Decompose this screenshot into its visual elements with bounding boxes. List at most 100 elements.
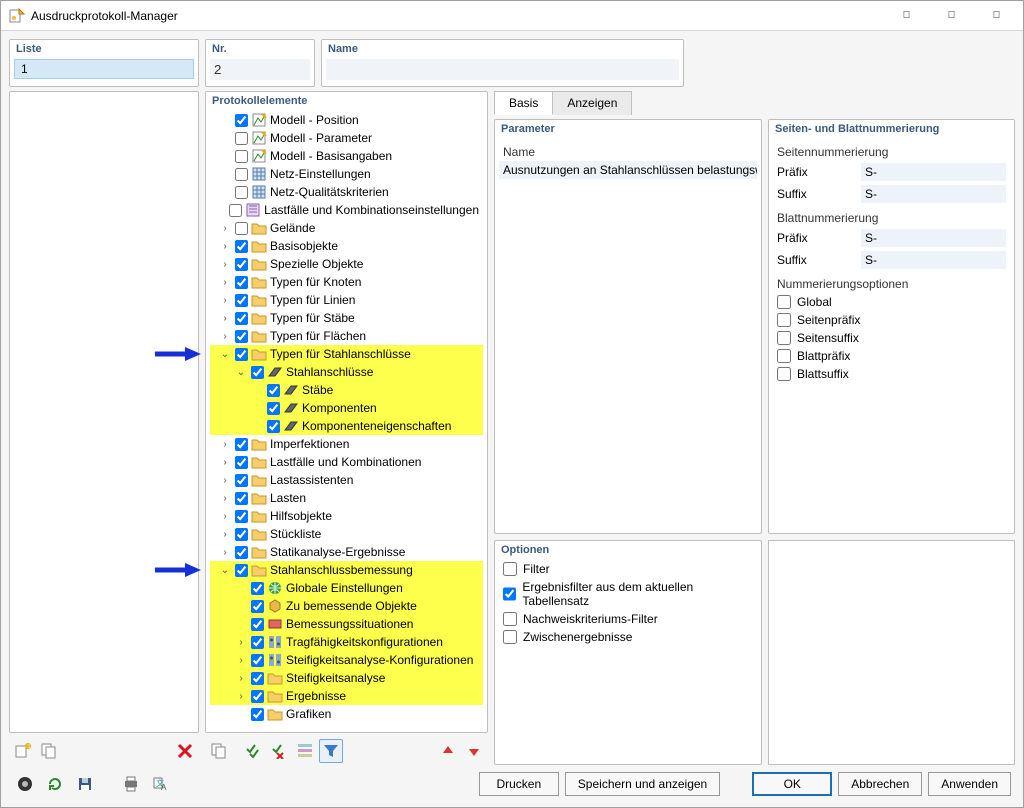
tree-opts-icon[interactable] [293, 739, 317, 763]
twist-icon[interactable]: › [218, 491, 232, 505]
twist-icon[interactable]: › [218, 257, 232, 271]
tree-checkbox[interactable] [235, 528, 248, 541]
tree-row[interactable]: Zu bemessende Objekte [210, 597, 483, 615]
nr-field[interactable] [210, 59, 310, 80]
tree-row[interactable]: Grafiken [210, 705, 483, 723]
option-checkbox[interactable] [503, 587, 516, 601]
twist-icon[interactable]: › [218, 311, 232, 325]
numopt-checkbox[interactable] [777, 295, 791, 309]
maximize-button[interactable]:  [929, 2, 974, 30]
tree-checkbox[interactable] [235, 276, 248, 289]
tree-row[interactable]: Netz-Einstellungen [210, 165, 483, 183]
twist-icon[interactable]: › [218, 275, 232, 289]
tree-row[interactable]: Bemessungssituationen [210, 615, 483, 633]
tree-row[interactable]: ⌄Stahlanschlussbemessung [210, 561, 483, 579]
tree-checkbox[interactable] [251, 582, 264, 595]
twist-icon[interactable]: › [218, 509, 232, 523]
tree-checkbox[interactable] [251, 654, 264, 667]
delete-list-icon[interactable] [173, 739, 197, 763]
twist-icon[interactable]: ⌄ [218, 347, 232, 361]
twist-icon[interactable]: › [218, 221, 232, 235]
uncheckall-icon[interactable] [267, 739, 291, 763]
tree-checkbox[interactable] [235, 186, 248, 199]
twist-icon[interactable]: › [234, 653, 248, 667]
tree-row[interactable]: ›Basisobjekte [210, 237, 483, 255]
tree-checkbox[interactable] [235, 258, 248, 271]
tree-checkbox[interactable] [235, 312, 248, 325]
tree-checkbox[interactable] [235, 492, 248, 505]
tree-row[interactable]: ›Ergebnisse [210, 687, 483, 705]
tree-checkbox[interactable] [235, 168, 248, 181]
tree-checkbox[interactable] [235, 330, 248, 343]
twist-icon[interactable] [250, 383, 264, 397]
tree-checkbox[interactable] [251, 366, 264, 379]
twist-icon[interactable]: › [218, 455, 232, 469]
tree-checkbox[interactable] [267, 402, 280, 415]
twist-icon[interactable]: ⌄ [218, 563, 232, 577]
tree-checkbox[interactable] [251, 708, 264, 721]
twist-icon[interactable]: › [218, 329, 232, 343]
twist-icon[interactable]: › [234, 671, 248, 685]
twist-icon[interactable] [218, 131, 232, 145]
print-button[interactable]: Drucken [479, 772, 559, 796]
apply-button[interactable]: Anwenden [928, 772, 1011, 796]
cancel-button[interactable]: Abbrechen [838, 772, 922, 796]
twist-icon[interactable]: › [218, 527, 232, 541]
tree-checkbox[interactable] [251, 618, 264, 631]
param-name-value[interactable]: Ausnutzungen an Stahlanschlüssen belastu… [499, 161, 757, 179]
tree-row[interactable]: ⌄Stahlanschlüsse [210, 363, 483, 381]
tree-checkbox[interactable] [251, 600, 264, 613]
seite-suf-value[interactable]: S- [861, 185, 1006, 203]
twist-icon[interactable] [250, 419, 264, 433]
tree-row[interactable]: ›Steifigkeitsanalyse [210, 669, 483, 687]
twist-icon[interactable] [218, 185, 232, 199]
tree-row[interactable]: Modell - Basisangaben [210, 147, 483, 165]
tree-row[interactable]: Komponenteneigenschaften [210, 417, 483, 435]
tree-checkbox[interactable] [235, 150, 248, 163]
move-down-icon[interactable] [462, 739, 486, 763]
twist-icon[interactable]: ⌄ [234, 365, 248, 379]
tree-row[interactable]: Netz-Qualitätskriterien [210, 183, 483, 201]
tree-row[interactable]: Modell - Position [210, 111, 483, 129]
tree-row[interactable]: Lastfälle und Kombinationseinstellungen [210, 201, 483, 219]
ok-button[interactable]: OK [752, 772, 832, 796]
save-icon[interactable] [73, 772, 97, 796]
tree-checkbox[interactable] [235, 474, 248, 487]
tree-row[interactable]: Globale Einstellungen [210, 579, 483, 597]
twist-icon[interactable]: › [218, 473, 232, 487]
move-up-icon[interactable] [436, 739, 460, 763]
tree-row[interactable]: ›Lasten [210, 489, 483, 507]
tree-checkbox[interactable] [235, 456, 248, 469]
minimize-button[interactable]:  [884, 2, 929, 30]
tree-row[interactable]: Komponenten [210, 399, 483, 417]
blatt-suf-value[interactable]: S- [861, 251, 1006, 269]
lang-icon[interactable]: 文A [149, 772, 173, 796]
twist-icon[interactable]: › [234, 635, 248, 649]
tree-row[interactable]: ›Typen für Stäbe [210, 309, 483, 327]
twist-icon[interactable] [218, 149, 232, 163]
tree-row[interactable]: Modell - Parameter [210, 129, 483, 147]
twist-icon[interactable] [218, 167, 232, 181]
blatt-prae-value[interactable]: S- [861, 229, 1006, 247]
option-checkbox[interactable] [503, 612, 517, 626]
tree-checkbox[interactable] [235, 564, 248, 577]
filter-icon[interactable] [319, 739, 343, 763]
tree-row[interactable]: ›Steifigkeitsanalyse-Konfigurationen [210, 651, 483, 669]
tree-checkbox[interactable] [235, 240, 248, 253]
twist-icon[interactable] [234, 581, 248, 595]
tree-row[interactable]: ›Lastassistenten [210, 471, 483, 489]
tree-checkbox[interactable] [235, 294, 248, 307]
tree-row[interactable]: Stäbe [210, 381, 483, 399]
tree[interactable]: Modell - PositionModell - ParameterModel… [206, 109, 487, 732]
tree-checkbox[interactable] [235, 510, 248, 523]
tree-checkbox[interactable] [235, 546, 248, 559]
twist-icon[interactable] [212, 203, 226, 217]
tree-checkbox[interactable] [235, 114, 248, 127]
copy-struct-icon[interactable] [207, 739, 231, 763]
tree-row[interactable]: ›Stückliste [210, 525, 483, 543]
name-field[interactable] [326, 59, 679, 80]
twist-icon[interactable] [218, 113, 232, 127]
tree-row[interactable]: ›Imperfektionen [210, 435, 483, 453]
tree-checkbox[interactable] [251, 690, 264, 703]
tree-row[interactable]: ›Tragfähigkeitskonfigurationen [210, 633, 483, 651]
